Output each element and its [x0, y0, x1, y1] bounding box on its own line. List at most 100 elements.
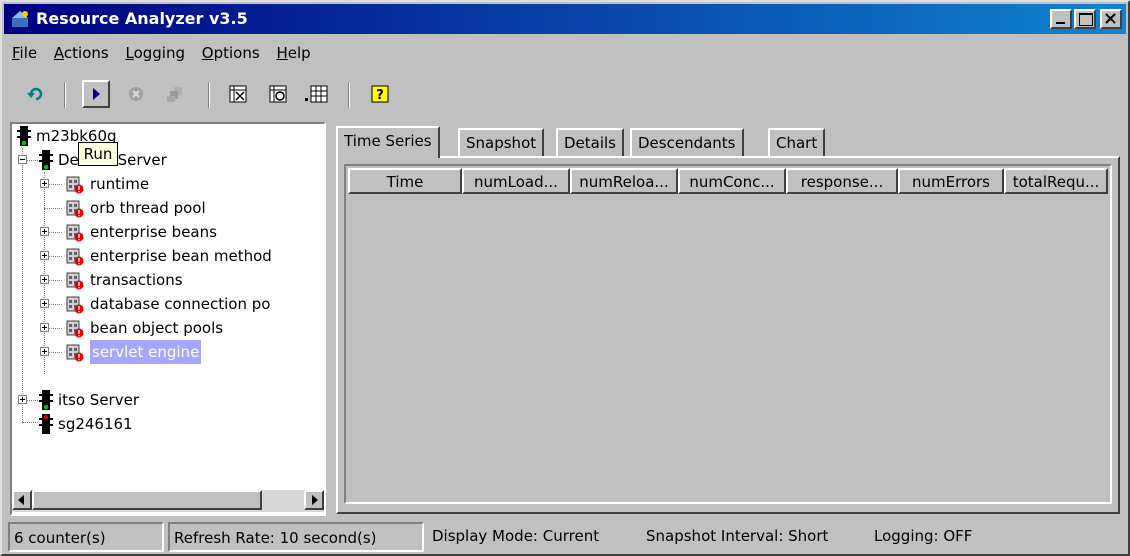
counter-table[interactable]: Time numLoad... numReloa... numConc... respo…	[344, 164, 1112, 504]
resource-icon	[66, 272, 84, 290]
expand-icon[interactable]	[40, 347, 49, 356]
window-title: Resource Analyzer v3.5	[36, 9, 248, 28]
resource-icon	[66, 320, 84, 338]
stop-icon	[129, 87, 143, 101]
resource-tree[interactable]: m23bk60g Default Server runtime orb threa…	[10, 122, 326, 516]
toolbar-separator	[64, 82, 66, 108]
table-close-icon	[229, 85, 247, 103]
maximize-button[interactable]	[1074, 9, 1096, 29]
app-window: Resource Analyzer v3.5 File Actions Logg…	[0, 0, 1130, 556]
traffic-light-icon	[39, 150, 53, 170]
title-bar[interactable]: Resource Analyzer v3.5	[4, 4, 1126, 34]
maximize-icon	[1079, 13, 1093, 26]
tree-node-resource[interactable]: orb thread pool	[12, 196, 324, 220]
resource-icon	[66, 344, 84, 362]
tree-line	[44, 208, 62, 209]
table-close-button[interactable]	[224, 80, 252, 108]
tree-node-label: transactions	[90, 271, 183, 289]
menu-actions[interactable]: Actions	[48, 42, 115, 62]
tree-horizontal-scrollbar[interactable]	[12, 490, 324, 512]
tree-node-resource[interactable]: runtime	[12, 172, 324, 196]
status-counters: 6 counter(s)	[8, 522, 164, 552]
tree-node-label: database connection po	[90, 295, 271, 313]
refresh-icon	[27, 87, 43, 101]
tree-node-label: bean object pools	[90, 319, 224, 337]
tree-node-resource[interactable]: enterprise beans	[12, 220, 324, 244]
expand-icon[interactable]	[40, 251, 49, 260]
column-header[interactable]: Time	[348, 168, 462, 194]
stop-button[interactable]	[122, 80, 150, 108]
scroll-thumb[interactable]	[32, 490, 262, 510]
resource-icon	[66, 200, 84, 218]
app-icon	[12, 11, 28, 27]
expand-icon[interactable]	[40, 299, 49, 308]
resource-icon	[66, 176, 84, 194]
tree-node-default-server[interactable]: Default Server	[12, 148, 312, 172]
collapse-icon[interactable]	[18, 155, 27, 164]
close-button[interactable]	[1100, 9, 1122, 29]
tab-chart[interactable]: Chart	[768, 128, 826, 156]
expand-icon[interactable]	[18, 395, 27, 404]
tree-node-resource[interactable]: enterprise bean method	[12, 244, 324, 268]
run-button[interactable]	[82, 80, 110, 108]
tab-descendants[interactable]: Descendants	[630, 128, 744, 156]
column-header[interactable]: response...	[786, 168, 898, 194]
tab-snapshot[interactable]: Snapshot	[458, 128, 545, 156]
arrow-right-icon	[312, 495, 318, 505]
toolbar-separator	[348, 82, 350, 108]
table-add-button[interactable]	[302, 80, 330, 108]
expand-icon[interactable]	[40, 179, 49, 188]
menu-logging[interactable]: Logging	[119, 42, 191, 62]
tree-node-label: runtime	[90, 175, 150, 193]
toolbar-separator	[208, 82, 210, 108]
scroll-left-button[interactable]	[12, 490, 32, 510]
expand-icon[interactable]	[40, 227, 49, 236]
scroll-right-button[interactable]	[304, 490, 324, 510]
traffic-light-icon	[39, 414, 53, 434]
minimize-button[interactable]	[1050, 9, 1072, 29]
tree-node-resource[interactable]: database connection po	[12, 292, 324, 316]
status-logging: Logging: OFF	[874, 527, 973, 545]
resource-icon	[66, 296, 84, 314]
traffic-light-icon	[39, 390, 53, 410]
table-config-button[interactable]	[264, 80, 292, 108]
tab-time-series[interactable]: Time Series	[336, 126, 440, 158]
tree-node-resource[interactable]: bean object pools	[12, 316, 324, 340]
tree-node-resource[interactable]: transactions	[12, 268, 324, 292]
resource-icon	[66, 224, 84, 242]
tree-node-label: servlet engine	[90, 340, 202, 364]
expand-icon[interactable]	[40, 275, 49, 284]
column-header[interactable]: numReloa...	[570, 168, 678, 194]
help-button[interactable]: ?	[366, 80, 394, 108]
status-bar: 6 counter(s) Refresh Rate: 10 second(s) …	[8, 522, 1124, 552]
status-refresh-rate: Refresh Rate: 10 second(s)	[168, 522, 424, 552]
status-snapshot-interval: Snapshot Interval: Short	[646, 527, 829, 545]
minimize-icon	[1056, 22, 1065, 24]
help-icon: ?	[371, 85, 389, 103]
svg-text:?: ?	[376, 88, 384, 103]
expand-icon[interactable]	[40, 323, 49, 332]
column-header[interactable]: numConc...	[678, 168, 786, 194]
menu-file[interactable]: File	[6, 42, 43, 62]
table-add-icon	[305, 85, 328, 103]
column-header[interactable]: totalRequ...	[1004, 168, 1108, 194]
column-header[interactable]: numErrors	[898, 168, 1004, 194]
run-tooltip: Run	[78, 142, 118, 166]
tab-details[interactable]: Details	[556, 128, 625, 156]
table-config-icon	[269, 85, 287, 103]
resource-icon	[66, 248, 84, 266]
column-header[interactable]: numLoad...	[462, 168, 570, 194]
refresh-button[interactable]	[22, 80, 50, 108]
toolbar: ?	[2, 74, 1128, 114]
menu-options[interactable]: Options	[196, 42, 266, 62]
tree-node-resource[interactable]: servlet engine	[12, 340, 324, 364]
tree-node-label: enterprise beans	[90, 223, 217, 241]
tree-node-itso-server[interactable]: itso Server	[12, 388, 312, 412]
time-series-panel: Time numLoad... numReloa... numConc... respo…	[336, 156, 1120, 514]
tree-node-sg246161[interactable]: sg246161	[12, 412, 312, 436]
detail-pane: Time Series Snapshot Details Descendants…	[334, 120, 1124, 518]
clear-button[interactable]	[162, 80, 190, 108]
arrow-left-icon	[18, 495, 24, 505]
tree-node-root[interactable]: m23bk60g	[12, 124, 312, 148]
menu-help[interactable]: Help	[270, 42, 316, 62]
